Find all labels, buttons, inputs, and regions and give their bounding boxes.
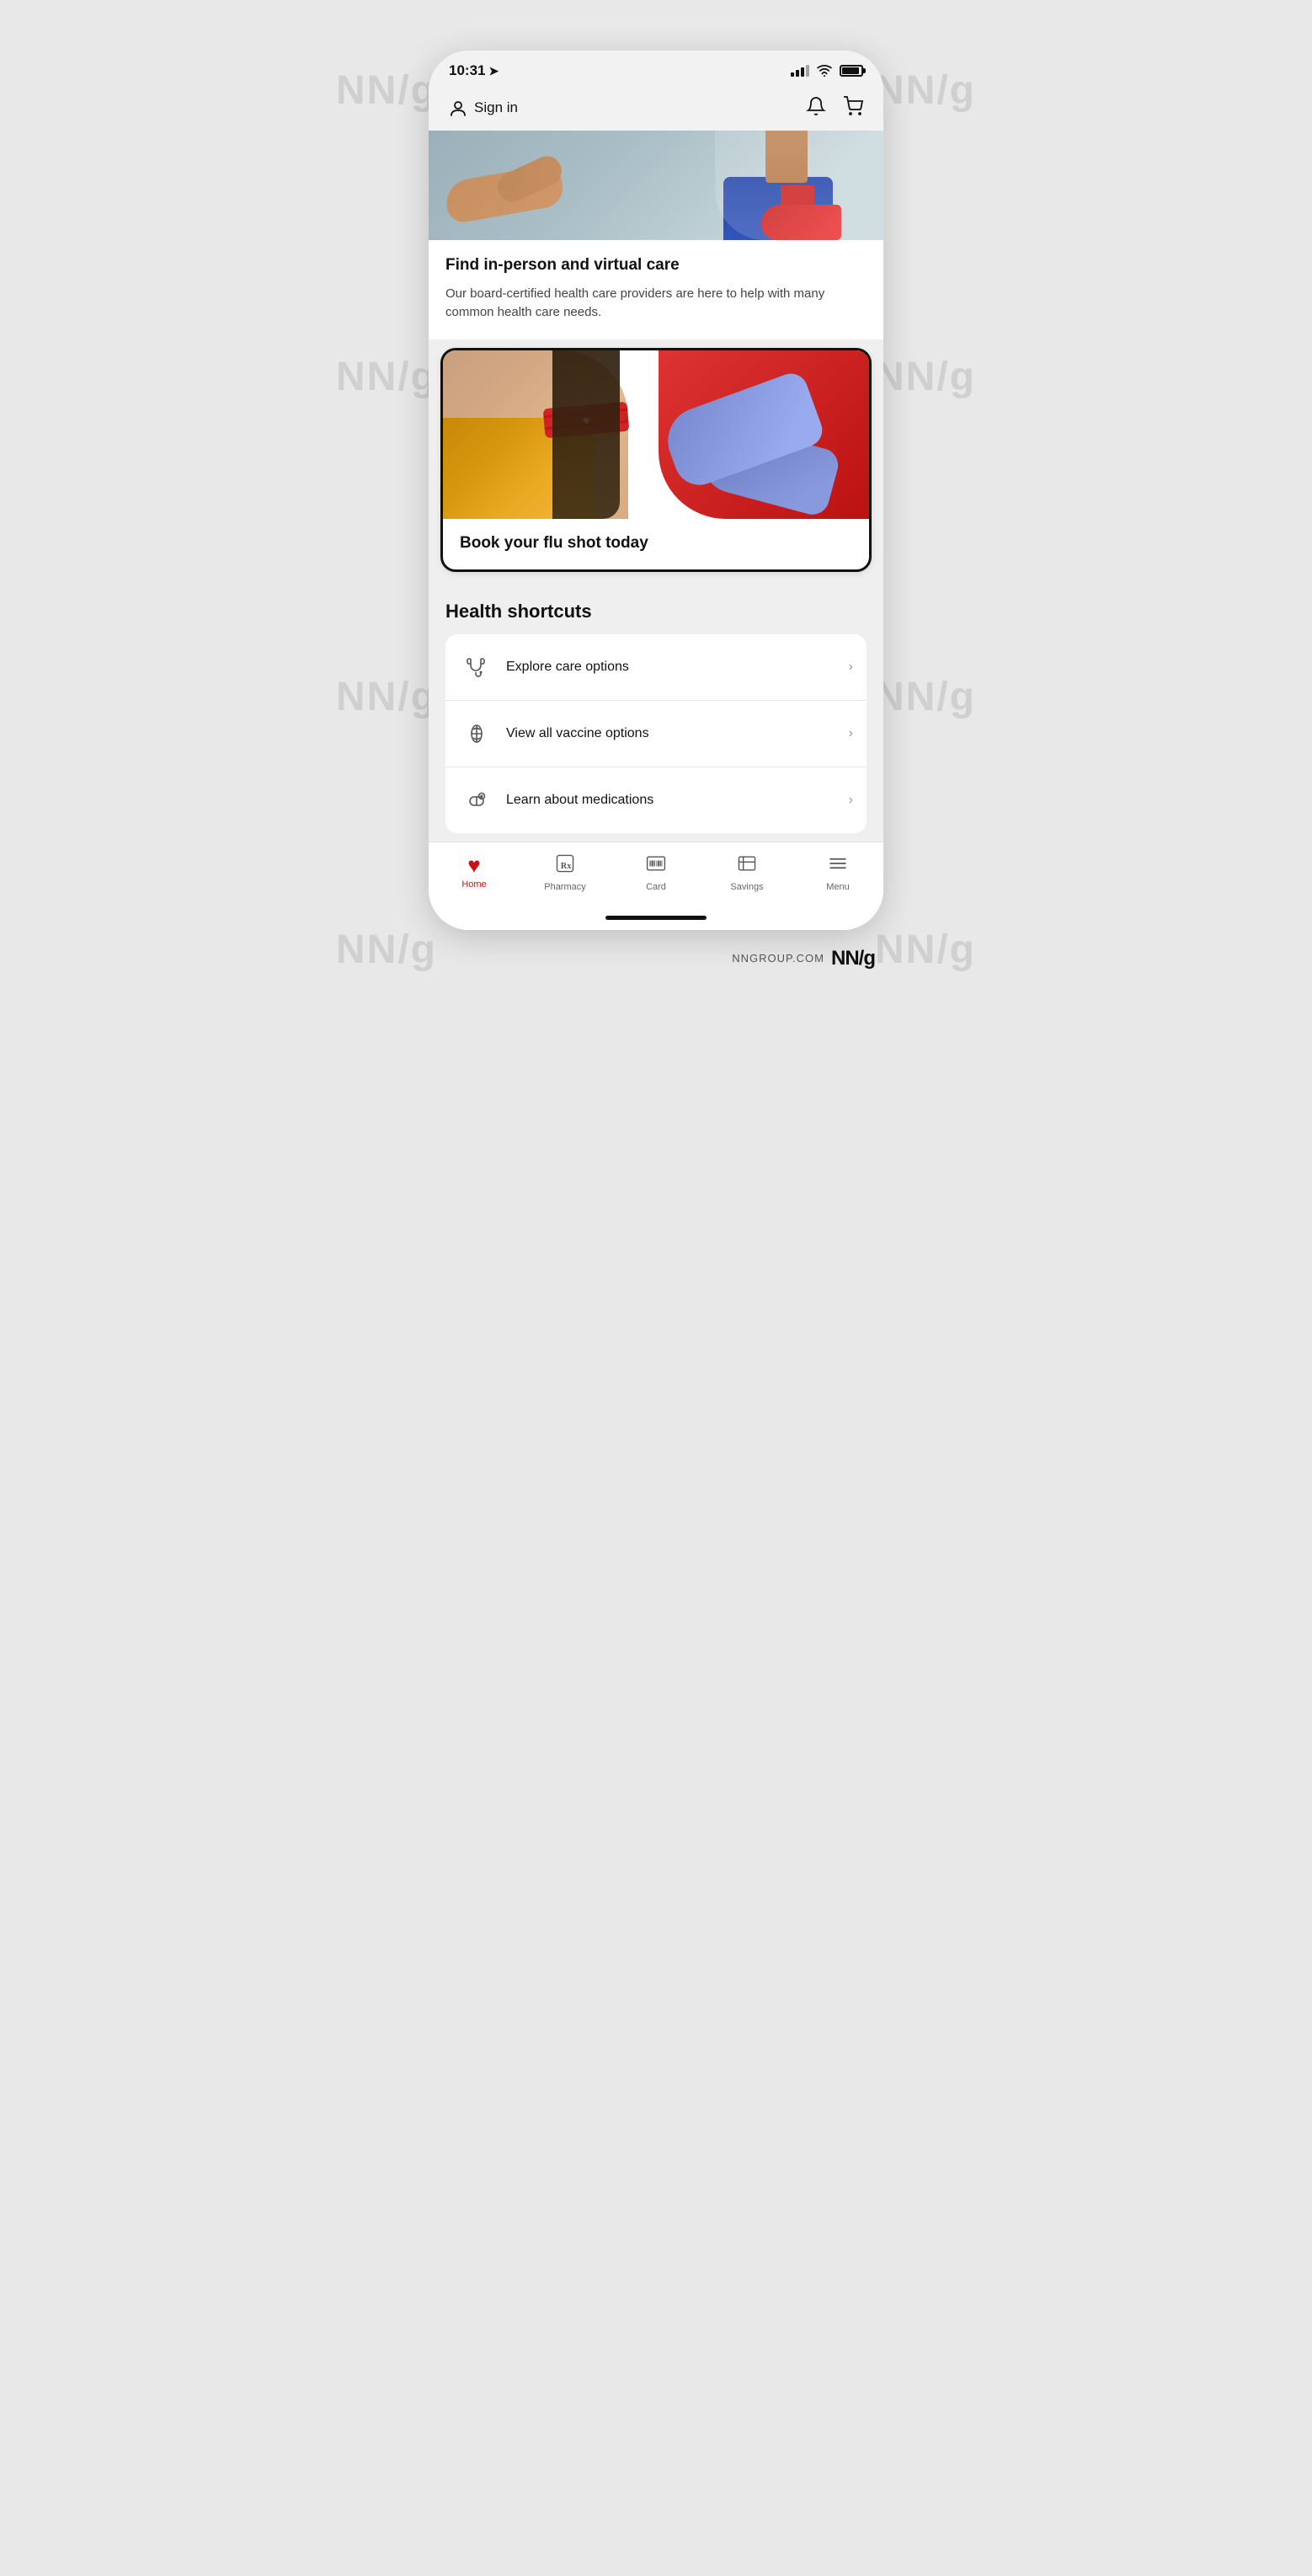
- flu-shot-image: ♥: [443, 350, 869, 519]
- home-indicator: [429, 909, 883, 930]
- shortcut-vaccines[interactable]: View all vaccine options ›: [445, 701, 867, 767]
- cart-button[interactable]: [843, 96, 863, 119]
- shortcuts-list: Explore care options ›: [445, 634, 867, 833]
- tab-bar: ♥ Home Rx Pharmacy: [429, 842, 883, 909]
- shortcut-explore-care[interactable]: Explore care options ›: [445, 634, 867, 701]
- vaccine-icon: [465, 722, 488, 746]
- flu-shot-title: Book your flu shot today: [460, 534, 852, 553]
- watermark-br: NN/g: [875, 674, 976, 720]
- shortcuts-heading: Health shortcuts: [445, 601, 867, 623]
- nngroup-logo: NN/g: [831, 947, 875, 970]
- svg-text:Rx: Rx: [561, 862, 573, 871]
- explore-care-label: Explore care options: [506, 660, 849, 675]
- tab-savings[interactable]: Savings: [713, 852, 781, 892]
- stethoscope-icon-wrap: [459, 649, 494, 685]
- home-indicator-bar: [605, 916, 707, 920]
- find-care-card[interactable]: Find in-person and virtual care Our boar…: [429, 131, 883, 339]
- tab-pharmacy[interactable]: Rx Pharmacy: [531, 852, 599, 892]
- chevron-right-icon-3: ›: [849, 793, 853, 808]
- nngroup-url: NNGROUP.COM: [732, 952, 824, 965]
- flu-shot-text: Book your flu shot today: [443, 519, 869, 569]
- time-display: 10:31: [449, 62, 485, 79]
- vaccines-label: View all vaccine options: [506, 726, 849, 741]
- watermark-bbr: NN/g: [875, 927, 976, 973]
- shortcut-medications[interactable]: Learn about medications ›: [445, 767, 867, 833]
- find-care-title: Find in-person and virtual care: [445, 255, 867, 276]
- savings-icon: [736, 852, 758, 879]
- watermark-tr: NN/g: [875, 67, 976, 114]
- tab-card-label: Card: [646, 882, 666, 892]
- user-icon: [449, 99, 467, 117]
- cart-icon: [843, 96, 863, 116]
- flu-shot-card[interactable]: ♥ Book your flu shot today: [440, 348, 872, 572]
- sign-in-button[interactable]: Sign in: [449, 99, 518, 117]
- nav-actions: [806, 96, 863, 119]
- pill-icon: [465, 788, 488, 812]
- nngroup-footer: NNGROUP.COM NN/g: [429, 947, 883, 970]
- pharmacy-rx-icon: Rx: [554, 852, 576, 879]
- tab-savings-label: Savings: [730, 882, 763, 892]
- phone-frame: 10:31 ➤: [429, 51, 883, 930]
- find-care-text: Find in-person and virtual care Our boar…: [429, 240, 883, 339]
- watermark-bbl: NN/g: [336, 927, 437, 973]
- health-shortcuts-section: Health shortcuts: [429, 584, 883, 833]
- sign-in-label: Sign in: [474, 99, 518, 116]
- notification-button[interactable]: [806, 96, 826, 119]
- card-barcode-icon: [645, 852, 667, 879]
- find-care-image: [429, 131, 883, 240]
- tab-pharmacy-label: Pharmacy: [544, 882, 586, 892]
- tab-home-label: Home: [461, 879, 486, 890]
- status-icons: [791, 65, 863, 77]
- pill-icon-wrap: [459, 783, 494, 818]
- chevron-right-icon-2: ›: [849, 726, 853, 741]
- menu-hamburger-icon: [827, 852, 849, 879]
- watermark-bl: NN/g: [336, 674, 437, 720]
- medications-label: Learn about medications: [506, 793, 849, 808]
- battery-icon: [840, 65, 863, 77]
- bell-icon: [806, 96, 826, 116]
- tab-home[interactable]: ♥ Home: [440, 854, 508, 890]
- vaccine-icon-wrap: [459, 716, 494, 751]
- find-care-description: Our board-certified health care provider…: [445, 285, 867, 323]
- home-heart-icon: ♥: [467, 854, 480, 876]
- stethoscope-icon: [465, 655, 488, 679]
- watermark-tl: NN/g: [336, 67, 437, 114]
- status-bar: 10:31 ➤: [429, 51, 883, 88]
- chevron-right-icon: ›: [849, 660, 853, 675]
- tab-menu[interactable]: Menu: [804, 852, 872, 892]
- tab-card[interactable]: Card: [622, 852, 690, 892]
- content-area: Find in-person and virtual care Our boar…: [429, 131, 883, 930]
- location-arrow-icon: ➤: [488, 64, 499, 78]
- watermark-mr: NN/g: [875, 354, 976, 400]
- tab-menu-label: Menu: [826, 882, 850, 892]
- status-time: 10:31 ➤: [449, 62, 499, 79]
- nav-bar: Sign in: [429, 88, 883, 131]
- signal-bars-icon: [791, 65, 809, 77]
- wifi-icon: [816, 65, 833, 77]
- watermark-ml: NN/g: [336, 354, 437, 400]
